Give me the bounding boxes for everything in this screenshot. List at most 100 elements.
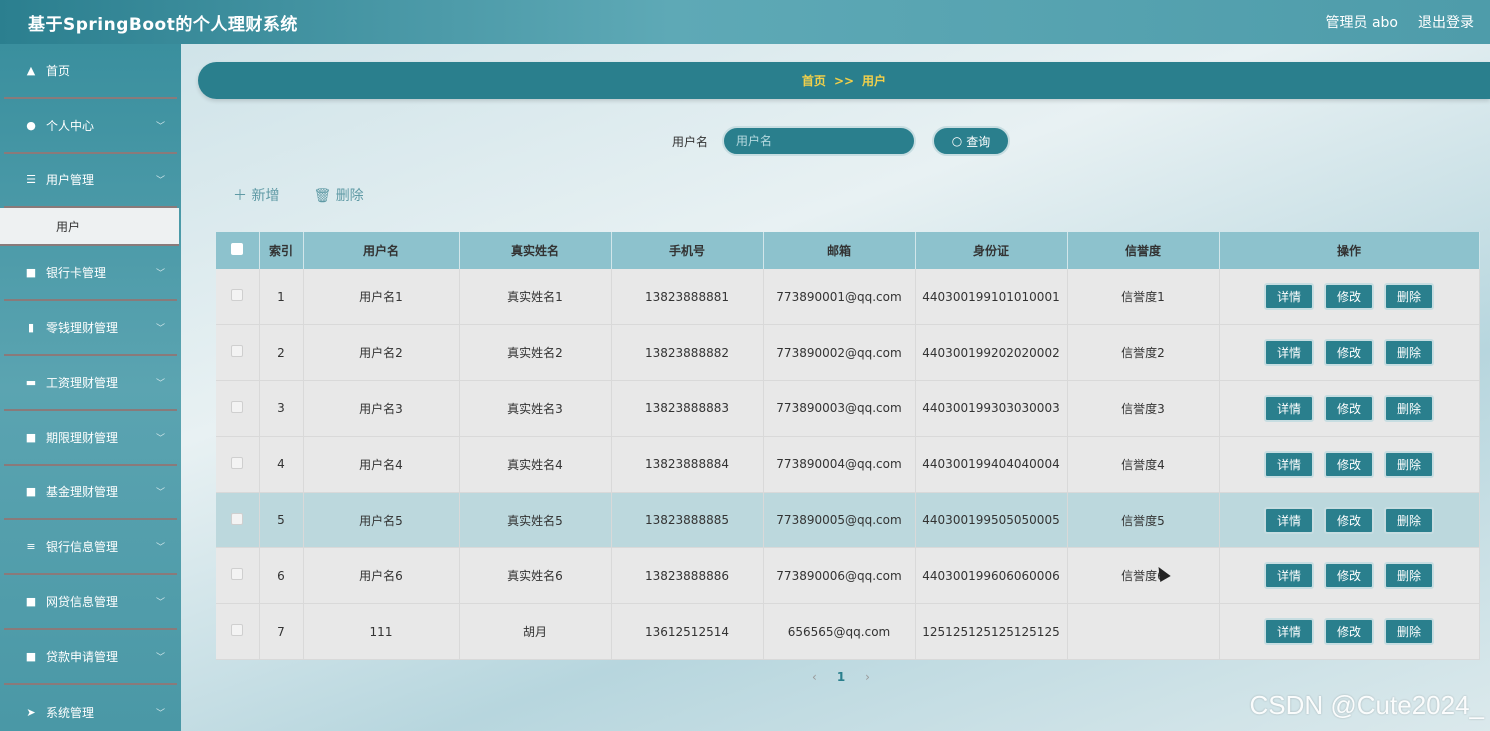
edit-button[interactable]: 修改 [1324, 450, 1374, 478]
cell-email: 773890001@qq.com [763, 269, 916, 326]
detail-button[interactable]: 详情 [1264, 394, 1314, 422]
chevron-down-icon: ﹀ [155, 652, 165, 663]
delete-button[interactable]: 删除 [1384, 618, 1434, 646]
sidebar-item-label: 首页 [46, 63, 71, 78]
cell-username: 111 [303, 603, 460, 661]
table-row: 4 用户名4 真实姓名4 13823888884 773890004@qq.com 440… [216, 436, 1480, 493]
detail-button[interactable]: 详情 [1264, 339, 1314, 367]
sidebar-subitem-users[interactable]: 用户 [0, 208, 179, 247]
prev-page-button[interactable]: ‹ [812, 670, 817, 684]
cell-index: 1 [259, 269, 304, 326]
ticket-icon: ▬ [25, 375, 37, 389]
sidebar-item-label: 贷款申请管理 [46, 649, 119, 664]
row-checkbox[interactable] [231, 289, 244, 302]
sidebar-item-bank-info[interactable]: ≡ 银行信息管理 ﹀ [4, 520, 177, 576]
cell-index: 3 [259, 380, 304, 437]
delete-button[interactable]: 删除 [1384, 283, 1434, 311]
detail-button[interactable]: 详情 [1264, 450, 1314, 478]
cell-email: 773890006@qq.com [763, 547, 916, 605]
select-all-checkbox[interactable] [231, 243, 244, 255]
top-bar: 基于SpringBoot的个人理财系统 管理员 abo 退出登录 [0, 0, 1490, 44]
row-checkbox[interactable] [231, 568, 244, 581]
row-select-cell [216, 603, 260, 661]
search-input[interactable] [722, 126, 917, 156]
cell-email: 773890004@qq.com [763, 436, 916, 493]
sidebar-item-fund-finance[interactable]: ■ 基金理财管理 ﹀ [4, 466, 177, 521]
cell-credit: 信誉度3 [1067, 380, 1220, 437]
cell-actions: 详情 修改 删除 [1219, 603, 1480, 661]
cell-username: 用户名3 [303, 380, 460, 437]
cell-credit: 信誉度2 [1067, 324, 1220, 382]
cell-phone: 13823888882 [611, 324, 764, 382]
row-checkbox[interactable] [231, 512, 244, 525]
cell-actions: 详情 修改 删除 [1219, 269, 1480, 326]
delete-button[interactable]: 删除 [1384, 562, 1434, 590]
delete-button[interactable]: 删除 [1384, 450, 1434, 478]
cell-phone: 13823888884 [611, 436, 764, 493]
cell-actions: 详情 修改 删除 [1219, 492, 1480, 549]
delete-button[interactable]: 删除 [1384, 394, 1434, 422]
cell-idcard: 440300199202020002 [915, 324, 1068, 382]
logout-link[interactable]: 退出登录 [1418, 12, 1474, 32]
table-row: 5 用户名5 真实姓名5 13823888885 773890005@qq.com 440… [216, 492, 1480, 549]
cell-credit: 信誉度5 [1067, 492, 1220, 549]
edit-button[interactable]: 修改 [1324, 394, 1374, 422]
cell-realname: 真实姓名1 [459, 269, 612, 326]
sidebar: ▲ 首页 ● 个人中心 ﹀ ☰ 用户管理 ﹀ 用户 ■ 银行卡管理 ﹀ ▮ 零钱… [0, 44, 181, 731]
sidebar-item-home[interactable]: ▲ 首页 [4, 44, 177, 99]
sidebar-item-system[interactable]: ➤ 系统管理 ﹀ [4, 685, 177, 731]
search-bar: 用户名 ○ 查询 [672, 126, 1011, 156]
breadcrumb-separator: >> [833, 73, 855, 88]
edit-button[interactable]: 修改 [1324, 562, 1374, 590]
search-icon: ○ [951, 134, 963, 148]
sidebar-item-bank-card[interactable]: ■ 银行卡管理 ﹀ [4, 246, 177, 302]
edit-button[interactable]: 修改 [1324, 283, 1374, 311]
delete-button[interactable]: 删除 [1384, 506, 1434, 534]
add-button[interactable]: ＋ 新增 [233, 185, 279, 205]
cell-index: 5 [259, 492, 304, 549]
row-checkbox[interactable] [231, 456, 244, 469]
search-button[interactable]: ○ 查询 [932, 126, 1011, 156]
send-icon: ➤ [26, 705, 36, 719]
breadcrumb-home[interactable]: 首页 [802, 72, 826, 89]
detail-button[interactable]: 详情 [1264, 283, 1314, 311]
cell-username: 用户名4 [303, 436, 460, 493]
row-checkbox[interactable] [231, 345, 244, 358]
cell-actions: 详情 修改 删除 [1219, 324, 1480, 382]
edit-button[interactable]: 修改 [1324, 618, 1374, 646]
sidebar-item-change-finance[interactable]: ▮ 零钱理财管理 ﹀ [4, 301, 177, 356]
row-checkbox[interactable] [231, 400, 244, 413]
col-phone: 手机号 [611, 232, 764, 269]
sidebar-item-user-management[interactable]: ☰ 用户管理 ﹀ [4, 154, 177, 209]
detail-button[interactable]: 详情 [1264, 562, 1314, 590]
sidebar-item-p2p-info[interactable]: ■ 网贷信息管理 ﹀ [4, 575, 177, 630]
add-label: 新增 [251, 188, 280, 204]
sidebar-item-loan-application[interactable]: ■ 贷款申请管理 ﹀ [4, 630, 177, 685]
cell-idcard: 440300199101010001 [915, 269, 1068, 326]
cell-email: 773890005@qq.com [763, 492, 916, 549]
clipboard-icon: ▮ [27, 321, 35, 335]
cell-realname: 真实姓名5 [459, 492, 612, 549]
detail-button[interactable]: 详情 [1264, 506, 1314, 534]
sidebar-item-label: 用户管理 [46, 173, 95, 188]
next-page-button[interactable]: › [865, 670, 870, 684]
row-checkbox[interactable] [231, 624, 244, 637]
sidebar-item-personal-center[interactable]: ● 个人中心 ﹀ [4, 99, 177, 154]
chevron-down-icon: ﹀ [155, 324, 165, 335]
cell-username: 用户名1 [303, 269, 460, 326]
cell-index: 2 [259, 324, 304, 382]
detail-button[interactable]: 详情 [1264, 618, 1314, 646]
table-row: 2 用户名2 真实姓名2 13823888882 773890002@qq.com 440… [216, 324, 1480, 382]
edit-button[interactable]: 修改 [1324, 339, 1374, 367]
sidebar-item-term-finance[interactable]: ■ 期限理财管理 ﹀ [4, 411, 177, 466]
edit-button[interactable]: 修改 [1324, 506, 1374, 534]
delete-button[interactable]: 删除 [1384, 339, 1434, 367]
pagination: ‹ 1 › [812, 670, 870, 684]
page-number[interactable]: 1 [837, 670, 845, 684]
cell-username: 用户名6 [303, 547, 460, 605]
breadcrumb-current: 用户 [862, 74, 887, 88]
plus-icon: ＋ [233, 188, 247, 204]
sidebar-item-salary-finance[interactable]: ▬ 工资理财管理 ﹀ [4, 356, 177, 411]
batch-delete-button[interactable]: 🗑 删除 [313, 185, 363, 205]
cell-credit: 信誉度4 [1067, 436, 1220, 493]
